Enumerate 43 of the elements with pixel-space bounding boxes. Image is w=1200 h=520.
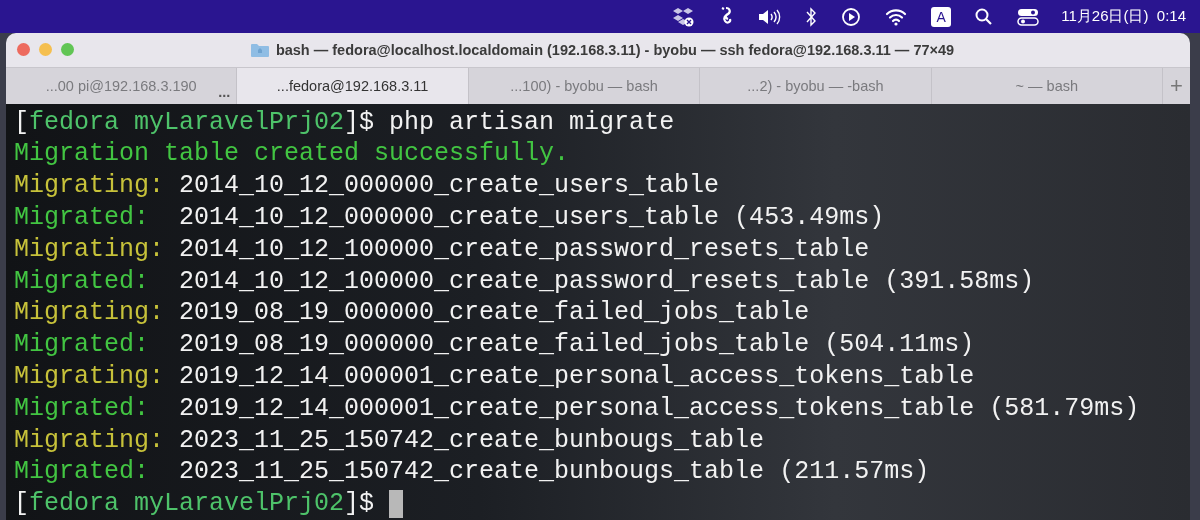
terminal-text: 2014_10_12_000000_create_users_table (453.49ms) — [179, 202, 885, 234]
prompt-text: fedora myLaravelPrj02 — [29, 488, 345, 520]
status-label: Migrated: — [14, 392, 151, 425]
terminal-text: [ — [14, 106, 29, 139]
status-label: Migrated: — [14, 456, 151, 489]
play-icon[interactable] — [841, 6, 862, 27]
tab[interactable]: ...fedora@192.168.3.11 — [237, 67, 469, 104]
menu-bar-clock[interactable]: 11月26日(日) 0:14 — [1061, 7, 1186, 26]
tab[interactable]: ...2) - byobu — -bash — [700, 67, 932, 104]
toggle-switches-icon[interactable] — [1017, 7, 1040, 26]
wifi-icon[interactable] — [885, 7, 908, 26]
terminal-text: 2019_12_14_000001_create_personal_access_tokens_table (581.79ms) — [179, 392, 1140, 425]
dropbox-icon[interactable] — [673, 6, 696, 27]
terminal-text: 2023_11_25_150742_create_bunbougs_table (211.57ms) — [179, 456, 930, 489]
terminal-text: 2023_11_25_150742_create_bunbougs_table — [179, 424, 765, 457]
terminal-text: [ — [14, 488, 29, 520]
status-label: Migrating: — [14, 361, 166, 393]
terminal-text: 2014_10_12_100000_create_password_resets_table (391.58ms) — [179, 265, 1035, 298]
terminal-text: 2019_08_19_000000_create_failed_jobs_table — [179, 297, 810, 330]
text-cursor — [389, 490, 404, 519]
status-label: Migrated: — [14, 202, 151, 234]
tab[interactable]: ...100) - byobu — bash — [468, 67, 701, 104]
status-label: Migrated: — [14, 329, 151, 361]
terminal-text: ]$ — [344, 488, 376, 520]
terminal-text: 2019_08_19_000000_create_failed_jobs_table (504.11ms) — [179, 329, 975, 361]
window-title: bash — fedora@localhost.localdomain (192.168.3.11) - byobu — ssh fedora@192.168.3.11 — 77×49 — [275, 41, 955, 58]
more-tabs-indicator[interactable]: ... — [218, 83, 231, 100]
terminal-text: 2014_10_12_000000_create_users_table — [179, 170, 720, 203]
status-label: Migrating: — [14, 297, 166, 330]
prompt-text: fedora myLaravelPrj02 — [29, 106, 345, 139]
input-source-indicator[interactable]: A — [931, 6, 952, 27]
folder-icon — [249, 41, 270, 58]
search-icon[interactable] — [975, 7, 994, 26]
terminal-text: ]$ php artisan migrate — [344, 106, 675, 139]
status-label: Migrating: — [14, 424, 166, 457]
status-label: Migrating: — [14, 233, 166, 266]
success-message: Migration table created successfully. — [14, 138, 570, 171]
status-label: Migrated: — [14, 265, 151, 298]
volume-icon[interactable] — [757, 7, 782, 26]
status-label: Migrating: — [14, 170, 166, 203]
bluetooth-icon[interactable] — [805, 6, 818, 27]
terminal-text: 2019_12_14_000001_create_personal_access_tokens_table — [179, 361, 975, 393]
terminal-text: 2014_10_12_100000_create_password_resets_table — [179, 233, 870, 266]
